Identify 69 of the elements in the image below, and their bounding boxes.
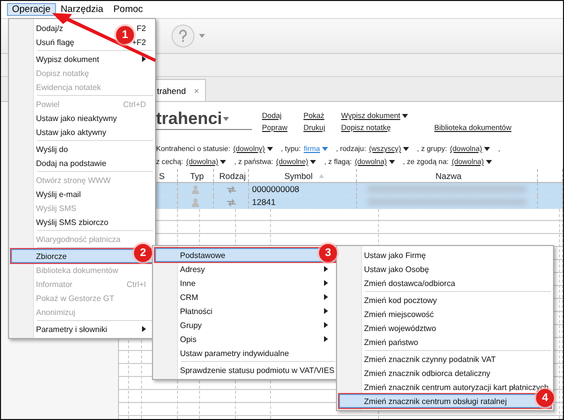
submenu-arrow-icon [142,56,146,62]
menu-item[interactable]: Płatności [180,306,328,316]
menu-item[interactable]: Inne [180,278,328,288]
submenu-arrow-icon [324,294,328,300]
dropdown-icon [310,160,316,164]
menu-item[interactable]: Zmień kod pocztowy [364,296,544,304]
table-cell-text: 12841 [251,197,276,207]
menu-item[interactable]: Parametry i słowniki [36,324,146,334]
submenu-arrow-icon [142,326,146,332]
menu-item[interactable]: Zmień miejscowość [364,310,544,318]
menu-item[interactable]: Wyślij do [36,144,146,154]
menu-bar-item[interactable]: Operacje [7,3,56,16]
menu-item[interactable]: CRM [180,292,328,302]
page-title: trahenci [156,109,222,129]
menu-item[interactable]: Zmień państwo [364,338,544,346]
arrows-icon [226,184,236,194]
menu-item[interactable]: Zmień znacznik centrum autoryzacji kart płatniczych [364,382,549,392]
shortcut-label: Ctrl+I [126,280,146,288]
menu-item[interactable]: Dodaj/z [36,24,82,32]
menu-item[interactable]: Opis [180,334,328,344]
person-icon [191,198,200,206]
menu-item[interactable]: Zmień znacznik czynny podatnik VAT [364,354,544,364]
menu-item[interactable]: Sprawdzenie statusu podmiotu w VAT/VIES [180,366,334,374]
dropdown-icon [486,160,492,164]
submenu-arrow-icon [324,336,328,342]
submenu-arrow-icon [324,280,328,286]
shortcut-label: F2 [136,24,146,32]
submenu-arrow-icon [324,308,328,314]
arrows-icon [226,198,236,206]
menu-item[interactable]: Usuń flagę [36,38,80,46]
shortcut-label: +F2 [132,38,146,46]
menu-item[interactable]: Zmień dostawca/odbiorca [364,278,544,288]
column-header[interactable]: Nazwa [357,169,538,182]
menu-item[interactable]: Ustaw parametry indywidualne [180,348,328,358]
menu-item[interactable]: Ustaw jako aktywny [36,128,146,136]
menu-item[interactable]: Dodaj na podstawie [36,158,146,168]
dropdown-icon [402,114,408,118]
dropdown-icon [388,160,395,164]
dropdown-icon [266,146,273,150]
column-header[interactable]: Symbol [249,169,357,182]
table-cell-text: 0000000008 [251,184,300,194]
menu-item[interactable]: Wypisz dokument [36,54,146,64]
menu-bar-item[interactable]: Narzędzia [56,3,108,16]
menu-item[interactable]: Zmień znacznik odbiorca detaliczny [364,368,544,378]
menu-item[interactable]: Wyślij e-mail [36,190,146,198]
menu-item[interactable]: Wyślij SMS zbiorczo [36,218,146,226]
column-header[interactable]: Typ [178,169,214,182]
menu-item[interactable]: Ustaw jako Osobę [364,264,544,274]
column-header[interactable]: Rodzaj [214,169,249,182]
menu-bar-item[interactable]: Pomoc [108,3,148,16]
menu-item[interactable]: Ustaw jako nieaktywny [36,114,146,122]
person-icon [191,184,200,194]
dropdown-icon [322,146,328,150]
help-icon [171,24,195,48]
menu-item[interactable]: Adresy [180,264,328,274]
submenu-arrow-icon [324,322,328,328]
caret-icon [199,34,205,38]
tab-label: trahend [157,86,186,96]
shortcut-label: Ctrl+D [123,100,146,108]
caret-icon [223,117,230,121]
dropdown-icon [484,146,490,150]
close-button[interactable]: × [194,86,200,96]
dropdown-icon [220,160,226,164]
sort-icon [318,174,324,178]
dropdown-icon [403,146,410,150]
menu-item[interactable]: Ustaw jako Firmę [364,250,544,260]
menu-item[interactable]: Zmień województwo [364,324,544,332]
menu-item[interactable]: Grupy [180,320,328,330]
submenu-arrow-icon [324,266,328,272]
